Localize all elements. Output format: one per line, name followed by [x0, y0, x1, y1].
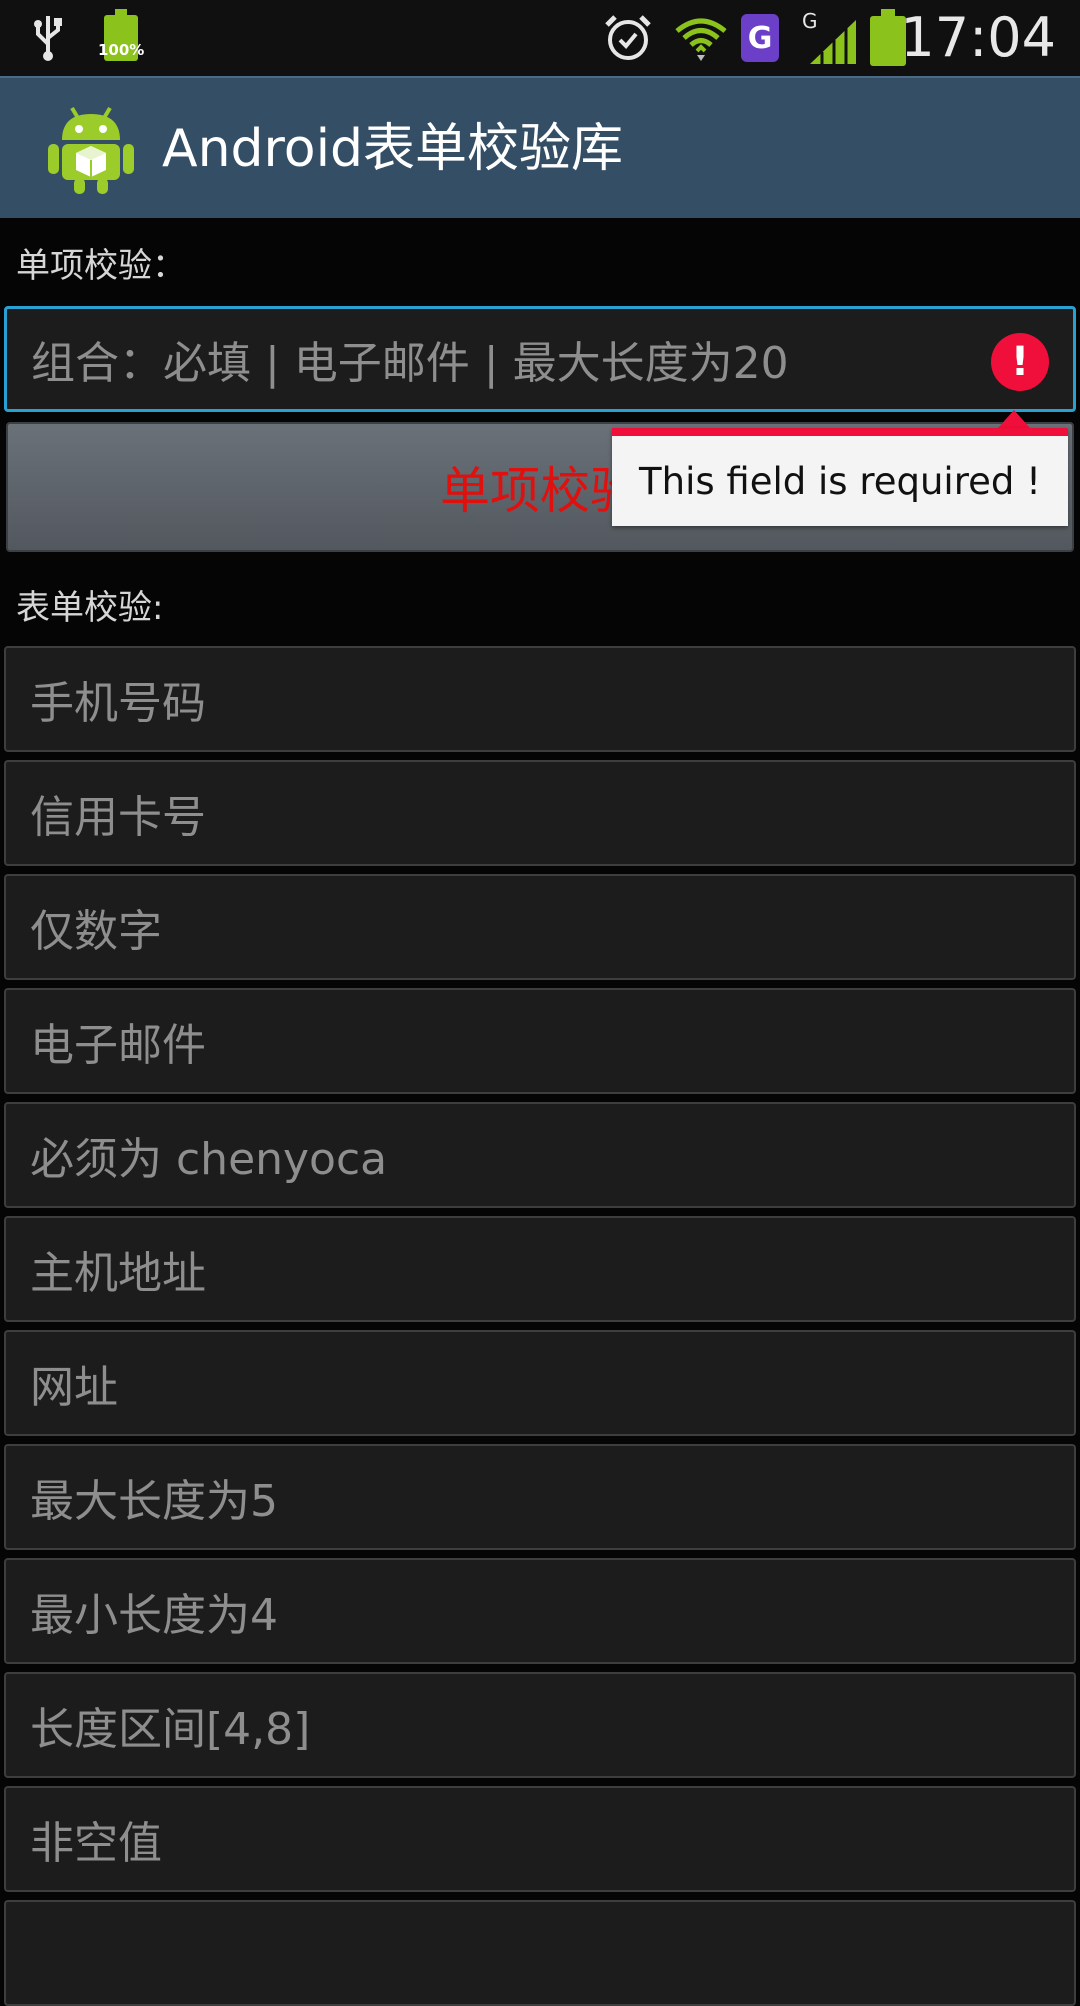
signal-icon: G: [800, 0, 860, 76]
app-notification-icon: G: [738, 0, 782, 76]
app-badge-letter: G: [741, 14, 779, 62]
form-field-host[interactable]: 主机地址: [4, 1216, 1076, 1322]
network-type-label: G: [802, 10, 818, 33]
field-placeholder: 电子邮件: [30, 1020, 206, 1071]
alarm-icon: [600, 0, 656, 76]
field-placeholder: 必须为 chenyoca: [30, 1134, 388, 1185]
battery-percent: 100%: [98, 41, 145, 59]
error-icon[interactable]: !: [991, 333, 1049, 391]
single-section-label: 单项校验：: [16, 246, 186, 286]
form-field-credit-card[interactable]: 信用卡号: [4, 760, 1076, 866]
combined-validation-input[interactable]: 组合：必填 | 电子邮件 | 最大长度为20 !: [4, 306, 1076, 412]
form-field-length-range[interactable]: 长度区间[4,8]: [4, 1672, 1076, 1778]
tooltip-arrow: [998, 410, 1030, 428]
form-field-next[interactable]: [4, 1900, 1076, 2006]
field-placeholder: 非空值: [30, 1818, 162, 1869]
form-section-label: 表单校验:: [16, 588, 164, 628]
form-field-not-blank[interactable]: 非空值: [4, 1786, 1076, 1892]
wifi-icon: [672, 0, 730, 76]
form-field-min-length[interactable]: 最小长度为4: [4, 1558, 1076, 1664]
field-placeholder: 最大长度为5: [30, 1476, 278, 1527]
action-bar: Android表单校验库: [0, 76, 1080, 218]
field-placeholder: 长度区间[4,8]: [30, 1704, 311, 1755]
clock: 17:04: [900, 6, 1056, 69]
form-field-url[interactable]: 网址: [4, 1330, 1076, 1436]
form-field-digits-only[interactable]: 仅数字: [4, 874, 1076, 980]
status-bar: 100% G G 17:04: [0, 0, 1080, 76]
field-placeholder: 网址: [30, 1362, 118, 1413]
form-field-phone[interactable]: 手机号码: [4, 646, 1076, 752]
form-field-must-equal[interactable]: 必须为 chenyoca: [4, 1102, 1076, 1208]
android-logo-icon: [46, 100, 136, 196]
field-placeholder: 手机号码: [30, 678, 206, 729]
field-placeholder: 最小长度为4: [30, 1590, 278, 1641]
field-placeholder: 仅数字: [30, 906, 162, 957]
app-title: Android表单校验库: [162, 119, 624, 179]
form-field-max-length[interactable]: 最大长度为5: [4, 1444, 1076, 1550]
usb-icon: [28, 0, 68, 76]
input-placeholder: 组合：必填 | 电子邮件 | 最大长度为20: [31, 338, 789, 389]
field-placeholder: 信用卡号: [30, 792, 206, 843]
battery-icon: 100%: [96, 0, 146, 76]
form-field-email[interactable]: 电子邮件: [4, 988, 1076, 1094]
field-placeholder: 主机地址: [30, 1248, 206, 1299]
error-tooltip: This field is required !: [612, 428, 1068, 526]
